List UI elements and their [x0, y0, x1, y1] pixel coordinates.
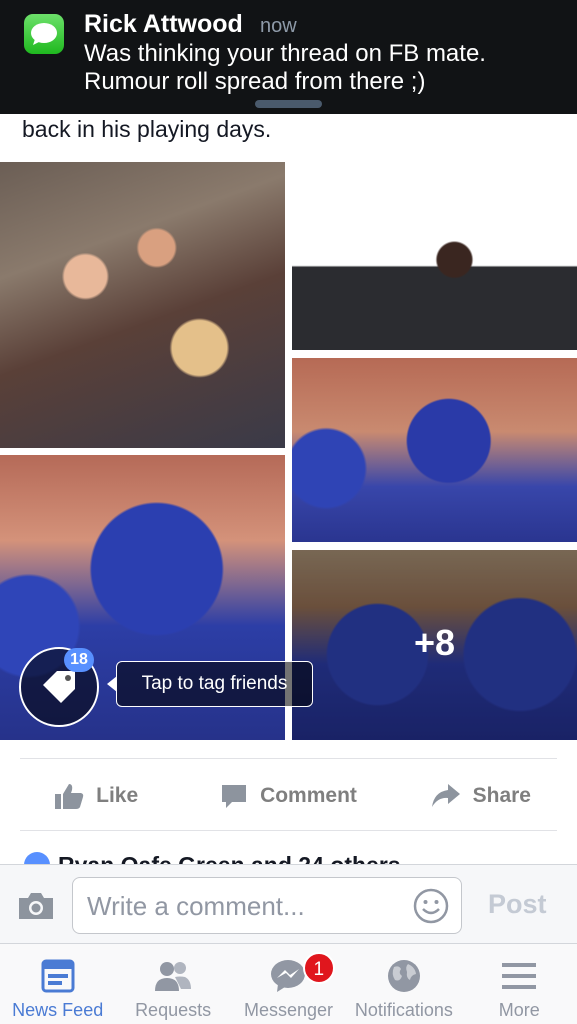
divider: [20, 830, 557, 831]
tag-count-badge: 18: [64, 648, 94, 672]
messages-icon: [24, 14, 64, 54]
post-actions: Like Comment Share: [0, 766, 577, 826]
menu-icon: [501, 958, 537, 994]
like-label: Like: [96, 784, 139, 807]
like-button[interactable]: Like: [0, 766, 192, 826]
share-arrow-icon: [431, 784, 460, 807]
comment-icon: [222, 785, 247, 808]
photo-more-tile[interactable]: +8: [292, 550, 577, 740]
post-text: back in his playing days.: [22, 116, 272, 142]
tab-notifications[interactable]: Notifications: [346, 944, 461, 1024]
notification-sender: Rick Attwood: [84, 10, 243, 38]
notification-time: now: [260, 15, 297, 37]
thumbs-up-icon: [55, 784, 84, 809]
comment-composer: Write a comment... Post: [0, 864, 577, 944]
tab-messenger[interactable]: 1 Messenger: [231, 944, 346, 1024]
notification-drag-handle[interactable]: [255, 100, 322, 108]
tab-more[interactable]: More: [462, 944, 577, 1024]
photo-group-fans[interactable]: [0, 162, 285, 448]
messenger-badge: 1: [302, 952, 335, 984]
photo-team-celebrating[interactable]: [292, 358, 577, 542]
photo-player-waving[interactable]: [292, 162, 577, 350]
tab-requests[interactable]: Requests: [115, 944, 230, 1024]
camera-icon[interactable]: [16, 891, 56, 926]
tag-icon: [43, 671, 75, 703]
tab-label: News Feed: [12, 1000, 104, 1020]
globe-icon: [386, 958, 422, 994]
tab-news-feed[interactable]: News Feed: [0, 944, 115, 1024]
comment-button[interactable]: Comment: [192, 766, 384, 826]
tab-label: More: [498, 1000, 540, 1020]
notification-message: Was thinking your thread on FB mate. Rum…: [84, 40, 486, 95]
divider: [20, 758, 557, 759]
more-photos-count: +8: [413, 622, 456, 663]
bottom-tab-bar: News Feed Requests 1 Messenger Notificat…: [0, 944, 577, 1024]
share-label: Share: [472, 784, 531, 807]
tab-label: Messenger: [243, 1000, 333, 1020]
comment-placeholder: Write a comment...: [87, 891, 305, 921]
tag-friends-tooltip[interactable]: Tap to tag friends: [107, 661, 313, 707]
tab-label: Notifications: [354, 1000, 453, 1020]
share-button[interactable]: Share: [385, 766, 577, 826]
messenger-icon: [269, 958, 307, 994]
comment-label: Comment: [260, 784, 357, 807]
tab-label: Requests: [135, 1000, 212, 1020]
news-feed-icon: [41, 958, 75, 994]
comment-input[interactable]: Write a comment...: [72, 877, 462, 934]
emoji-icon[interactable]: [413, 888, 449, 929]
friend-requests-icon: [153, 958, 193, 994]
post-comment-button[interactable]: Post: [488, 889, 547, 920]
notification-banner[interactable]: Rick Attwood now Was thinking your threa…: [0, 0, 577, 114]
